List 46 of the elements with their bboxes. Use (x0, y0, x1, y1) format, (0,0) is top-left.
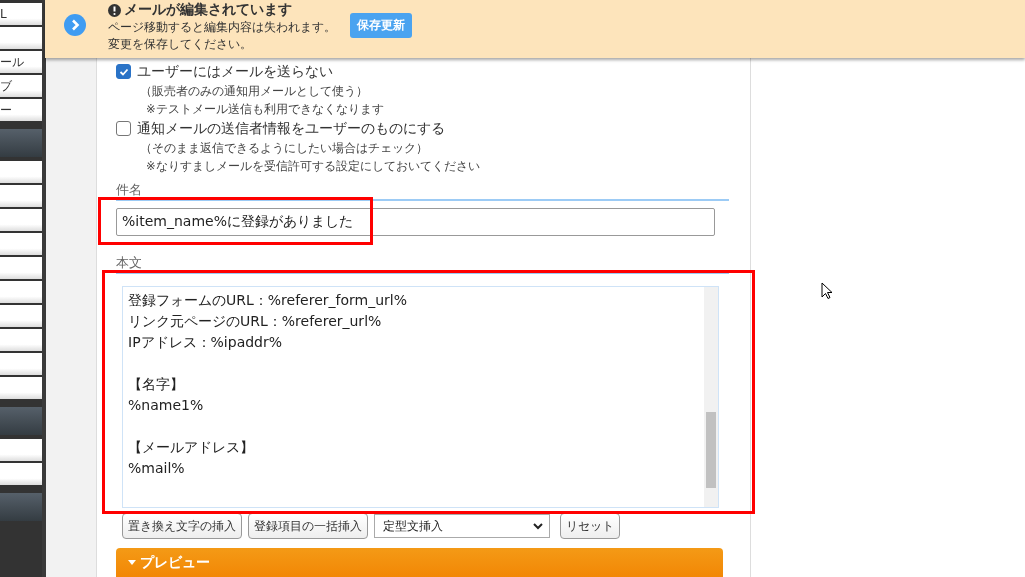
sidebar-item[interactable] (0, 185, 42, 207)
body-label: 本文 (116, 256, 729, 274)
banner-message: 変更を保存してください。 (108, 36, 253, 53)
checkbox[interactable] (116, 64, 131, 80)
caret-icon (128, 559, 136, 566)
sidebar-item[interactable] (0, 377, 42, 399)
body-textarea[interactable]: 登録フォームのURL：%referer_form_url% リンク元ページのURL：%referer_url% IPアドレス：%ipaddr% 【名字】 %name1% 【メールアドレス】 %mail% (122, 286, 719, 509)
sidebar-item[interactable]: L (0, 3, 42, 25)
insert-button[interactable]: 登録項目の一括挿入 (248, 513, 368, 540)
sidebar-item[interactable] (0, 27, 42, 49)
sidebar-item[interactable]: ブ (0, 75, 42, 97)
banner-message: ページ移動すると編集内容は失われます。 (108, 19, 336, 36)
banner-title: メールが編集されています (124, 1, 292, 19)
mouse-pointer-icon (821, 282, 833, 300)
checkbox-label[interactable]: ユーザーにはメールを送らない (137, 62, 333, 81)
scrollbar[interactable] (704, 287, 718, 508)
sidebar-item[interactable] (0, 233, 42, 255)
sidebar-header (0, 129, 42, 157)
sidebar-item[interactable] (0, 257, 42, 279)
sidebar-item[interactable] (0, 281, 42, 303)
chevron-right-icon[interactable] (64, 14, 86, 36)
subject-field[interactable]: %item_name%に登録がありました (116, 208, 715, 236)
chevron-down-icon (533, 522, 543, 530)
insert-button[interactable]: 置き換え文字の挿入 (122, 513, 242, 540)
sidebar-item[interactable] (0, 305, 42, 327)
checkbox-label[interactable]: 通知メールの送信者情報をユーザーのものにする (137, 119, 445, 138)
subject-label: 件名 (116, 183, 729, 202)
sidebar-item[interactable] (0, 439, 42, 461)
sidebar-header (0, 407, 42, 435)
template-select[interactable]: 定型文挿入 (374, 514, 550, 539)
sidebar-item[interactable] (0, 463, 42, 485)
reset-button[interactable]: リセット (560, 513, 620, 540)
sidebar-item[interactable] (0, 353, 42, 375)
exclamation-icon (108, 3, 121, 17)
option-note: （販売者のみの通知用メールとして使う） (139, 83, 369, 101)
sidebar-item[interactable] (0, 209, 42, 231)
option-note: ※テストメール送信も利用できなくなります (145, 101, 385, 119)
option-note: （そのまま返信できるようにしたい場合はチェック） (139, 140, 429, 158)
sidebar-item[interactable]: ール (0, 51, 42, 73)
option-note: ※なりすましメールを受信許可する設定にしておいてください (145, 158, 481, 176)
check-icon (118, 66, 129, 77)
sidebar-item[interactable] (0, 161, 42, 183)
checkbox[interactable] (116, 121, 131, 137)
sidebar-item[interactable] (0, 329, 42, 351)
sidebar-header (0, 493, 42, 521)
sidebar-item[interactable]: ー (0, 99, 42, 121)
